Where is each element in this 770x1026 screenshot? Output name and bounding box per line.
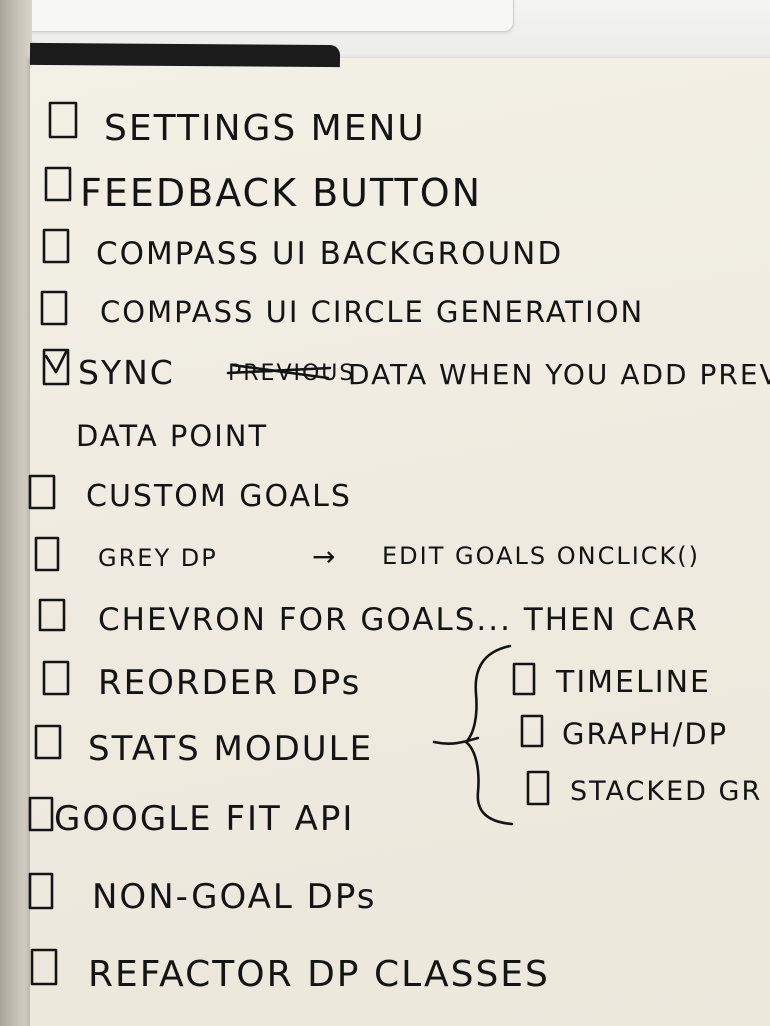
checkbox-icon [44, 166, 72, 202]
todo-text: COMPASS UI BACKGROUND [96, 236, 563, 272]
todo-text: GRAPH/DP [562, 717, 728, 751]
todo-text: STATS MODULE [88, 729, 373, 769]
checkbox-icon [34, 536, 60, 572]
checkbox-icon [520, 714, 544, 748]
todo-text: NON-GOAL DPs [92, 877, 376, 917]
sub-todo-item: TIMELINE [512, 662, 711, 700]
checkbox-icon [40, 290, 68, 326]
todo-item: GREY DP → EDIT GOALS ONCLICK() [34, 536, 700, 573]
checkbox-icon [34, 724, 62, 760]
todo-item: REORDER DPs [42, 660, 361, 703]
handwritten-todo-list: SETTINGS MENU FEEDBACK BUTTON COMPASS UI… [28, 101, 770, 995]
checkbox-icon [28, 474, 56, 510]
todo-text-rest: EDIT GOALS ONCLICK() [382, 542, 700, 570]
checkmark-icon [44, 350, 68, 374]
todo-item-continuation: DATA POINT [76, 419, 268, 453]
checkbox-icon [30, 948, 58, 986]
checkbox-icon [48, 101, 78, 139]
todo-text: CHEVRON FOR GOALS... THEN CAR [98, 602, 699, 638]
connector-line [432, 736, 480, 745]
todo-text: SETTINGS MENU [104, 108, 426, 149]
todo-text: STACKED GR [570, 776, 762, 807]
checkbox-icon [28, 796, 54, 832]
todo-item: STATS MODULE [34, 724, 373, 769]
todo-item: CUSTOM GOALS [28, 474, 352, 514]
todo-text: FEEDBACK BUTTON [80, 171, 482, 215]
todo-item: FEEDBACK BUTTON [44, 166, 482, 215]
todo-item: COMPASS UI CIRCLE GENERATION [40, 290, 644, 329]
checkbox-icon [512, 662, 536, 696]
checkbox-icon [38, 598, 66, 632]
todo-text: REFACTOR DP CLASSES [88, 954, 550, 995]
checkbox-icon [42, 660, 70, 696]
todo-item: REFACTOR DP CLASSES [30, 948, 550, 995]
brace-icon [464, 644, 514, 826]
todo-text: REORDER DPs [98, 663, 361, 703]
todo-item: COMPASS UI BACKGROUND [42, 228, 563, 272]
checkbox-icon [28, 872, 54, 910]
todo-text: GREY DP [98, 544, 218, 572]
checkbox-icon [526, 770, 550, 806]
todo-item: NON-GOAL DPs [28, 872, 376, 917]
todo-text: GOOGLE FIT API [54, 799, 354, 839]
todo-item: GOOGLE FIT API [28, 796, 354, 839]
todo-item: SYNC PREVIOUS DATA WHEN YOU ADD PREVIOUS [42, 348, 770, 392]
sub-todo-item: GRAPH/DP [520, 714, 728, 751]
photo-scene: SETTINGS MENU FEEDBACK BUTTON COMPASS UI… [0, 0, 770, 1026]
todo-text-rest: DATA WHEN YOU ADD PREVIOUS [348, 358, 770, 391]
todo-text: SYNC [78, 353, 175, 392]
checkbox-icon [42, 228, 70, 264]
arrow-icon: → [312, 540, 337, 573]
todo-item: CHEVRON FOR GOALS... THEN CAR [38, 598, 699, 638]
todo-text: DATA POINT [76, 419, 268, 453]
todo-text: COMPASS UI CIRCLE GENERATION [100, 295, 644, 329]
sub-todo-item: STACKED GR [526, 770, 762, 807]
todo-text: CUSTOM GOALS [86, 479, 352, 514]
todo-text: TIMELINE [555, 665, 711, 700]
todo-item: SETTINGS MENU [48, 101, 426, 149]
